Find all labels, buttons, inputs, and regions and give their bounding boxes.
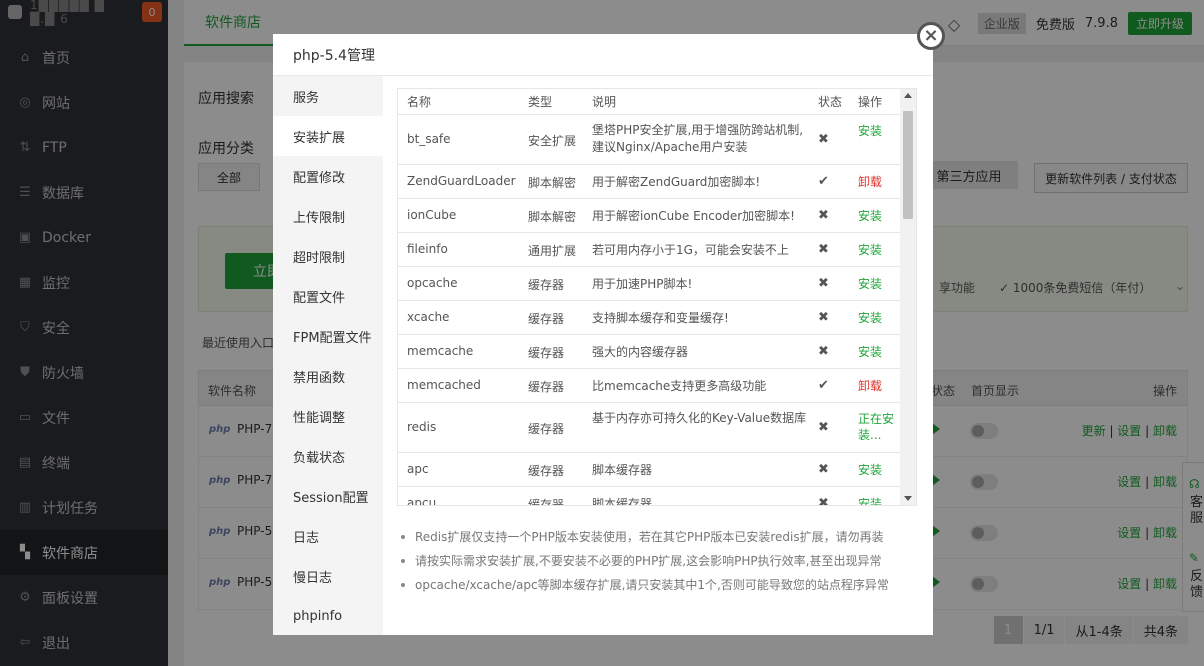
dialog-menu-item[interactable]: 安装扩展 <box>273 116 383 156</box>
extension-name: apc <box>407 462 429 476</box>
php-manage-dialog: php-5.4管理 服务 安装扩展 配置修改 上传限制 超时限制 配置文件 FPM配置文件禁… <box>273 34 933 635</box>
note-item: 请按实际需求安装扩展,不要安装不必要的PHP扩展,这会影响PHP执行效率,甚至出… <box>397 552 917 576</box>
extension-name: fileinfo <box>407 242 448 256</box>
extension-name: ZendGuardLoader <box>407 174 516 188</box>
extension-desc: 若可用内存小于1G，可能会安装不上 <box>592 243 789 257</box>
extension-type: 通用扩展 <box>528 244 577 258</box>
extension-name: apcu <box>407 496 437 506</box>
extension-desc: 支持脚本缓存和变量缓存! <box>592 311 729 325</box>
extension-action-link[interactable]: 安装 <box>858 310 898 326</box>
extension-type: 脚本解密 <box>528 210 577 224</box>
extension-name: ionCube <box>407 208 457 222</box>
scroll-thumb[interactable] <box>903 111 913 219</box>
extension-name: xcache <box>407 310 450 324</box>
extension-desc: 用于解密ZendGuard加密脚本! <box>592 175 761 189</box>
dialog-menu-item[interactable]: 日志 <box>273 516 383 556</box>
cross-icon: ✖ <box>818 242 829 257</box>
extension-type: 缓存器 <box>528 312 565 326</box>
dialog-menu-item[interactable]: 禁用函数 <box>273 356 383 396</box>
extension-desc: 比memcache支持更多高级功能 <box>592 379 767 393</box>
cross-icon: ✖ <box>818 132 829 147</box>
cross-icon: ✖ <box>818 208 829 223</box>
extension-row: opcache 缓存器 用于加速PHP脚本! ✖ 安装 <box>398 267 900 301</box>
extension-action-link[interactable]: 正在安装... <box>858 411 898 443</box>
cross-icon: ✖ <box>818 276 829 291</box>
extension-desc: 堡塔PHP安全扩展,用于增强防跨站机制,建议Nginx/Apache用户安装 <box>592 123 804 154</box>
col-ext-name: 名称 <box>407 95 432 109</box>
extension-row: memcache 缓存器 强大的内容缓存器 ✖ 安装 <box>398 335 900 369</box>
extension-desc: 脚本缓存器 <box>592 463 653 477</box>
dialog-title: php-5.4管理 <box>273 34 933 76</box>
extension-action-link[interactable]: 安装 <box>858 123 898 139</box>
scroll-down-icon[interactable] <box>904 496 912 501</box>
extension-row: redis 缓存器 基于内存亦可持久化的Key-Value数据库 ✖ 正在安装... <box>398 403 900 453</box>
dialog-menu-item[interactable]: phpinfo <box>273 596 383 636</box>
extension-type: 缓存器 <box>528 422 565 436</box>
cross-icon: ✖ <box>818 496 829 506</box>
extension-type: 缓存器 <box>528 346 565 360</box>
extension-desc: 强大的内容缓存器 <box>592 345 689 359</box>
extension-action-link[interactable]: 安装 <box>858 276 898 292</box>
cross-icon: ✖ <box>818 420 829 435</box>
install-notes: Redis扩展仅支持一个PHP版本安装使用，若在其它PHP版本已安装redis扩… <box>397 528 917 600</box>
extension-row: ionCube 脚本解密 用于解密ionCube Encoder加密脚本! ✖ 安装 <box>398 199 900 233</box>
dialog-menu-item[interactable]: 配置文件 <box>273 276 383 316</box>
cross-icon: ✖ <box>818 462 829 477</box>
extension-type: 缓存器 <box>528 498 565 506</box>
extension-type: 安全扩展 <box>528 134 577 148</box>
extension-row: apcu 缓存器 脚本缓存器 ✖ 安装 <box>398 487 900 506</box>
dialog-menu: 服务 安装扩展 配置修改 上传限制 超时限制 配置文件 FPM配置文件 禁用函数 性能调整 负载状… <box>273 76 383 635</box>
note-item: opcache/xcache/apc等脚本缓存扩展,请只安装其中1个,否则可能导… <box>397 576 917 600</box>
extension-name: opcache <box>407 276 458 290</box>
extension-desc: 基于内存亦可持久化的Key-Value数据库 <box>592 411 807 425</box>
extension-row: bt_safe 安全扩展 堡塔PHP安全扩展,用于增强防跨站机制,建议Nginx/A… <box>398 115 900 165</box>
dialog-menu-item[interactable]: 超时限制 <box>273 236 383 276</box>
extension-type: 缓存器 <box>528 380 565 394</box>
close-icon[interactable]: × <box>917 22 945 50</box>
dialog-menu-item[interactable]: 慢日志 <box>273 556 383 596</box>
extension-type: 缓存器 <box>528 464 565 478</box>
dialog-menu-item[interactable]: 负载状态 <box>273 436 383 476</box>
extension-name: memcache <box>407 344 474 358</box>
cross-icon: ✖ <box>818 310 829 325</box>
extension-row: memcached 缓存器 比memcache支持更多高级功能 ✔ 卸载 <box>398 369 900 403</box>
extension-action-link[interactable]: 安装 <box>858 496 898 505</box>
dialog-menu-item[interactable]: FPM配置文件 <box>273 316 383 356</box>
check-icon: ✔ <box>818 378 829 393</box>
extension-name: bt_safe <box>407 132 451 146</box>
extension-type: 脚本解密 <box>528 176 577 190</box>
note-item: Redis扩展仅支持一个PHP版本安装使用，若在其它PHP版本已安装redis扩… <box>397 528 917 552</box>
extension-row: ZendGuardLoader 脚本解密 用于解密ZendGuard加密脚本! ✔ 卸载 <box>398 165 900 199</box>
scroll-up-icon[interactable] <box>904 93 912 98</box>
extension-row: fileinfo 通用扩展 若可用内存小于1G，可能会安装不上 ✖ 安装 <box>398 233 900 267</box>
extension-type: 缓存器 <box>528 278 565 292</box>
extension-action-link[interactable]: 安装 <box>858 208 898 224</box>
dialog-menu-item[interactable]: Session配置 <box>273 476 383 516</box>
extension-name: redis <box>407 420 437 434</box>
col-ext-status: 状态 <box>818 95 843 109</box>
check-icon: ✔ <box>818 174 829 189</box>
extension-row: xcache 缓存器 支持脚本缓存和变量缓存! ✖ 安装 <box>398 301 900 335</box>
extension-name: memcached <box>407 378 481 392</box>
extension-action-link[interactable]: 卸载 <box>858 378 898 394</box>
extension-action-link[interactable]: 安装 <box>858 242 898 258</box>
cross-icon: ✖ <box>818 344 829 359</box>
extension-action-link[interactable]: 卸载 <box>858 174 898 190</box>
extensions-table: 名称 类型 说明 状态 操作 bt_safe 安全扩展 堡塔PHP安全扩展,用于增强… <box>397 88 901 506</box>
extension-action-link[interactable]: 安装 <box>858 344 898 360</box>
extensions-table-header: 名称 类型 说明 状态 操作 <box>398 89 900 115</box>
extension-desc: 用于加速PHP脚本! <box>592 277 693 291</box>
col-ext-op: 操作 <box>858 95 883 109</box>
extension-action-link[interactable]: 安装 <box>858 462 898 478</box>
dialog-menu-item[interactable]: 配置修改 <box>273 156 383 196</box>
col-ext-type: 类型 <box>528 95 553 109</box>
dialog-menu-item[interactable]: 性能调整 <box>273 396 383 436</box>
table-scrollbar[interactable] <box>900 88 917 506</box>
dialog-menu-item[interactable]: 上传限制 <box>273 196 383 236</box>
extension-desc: 用于解密ionCube Encoder加密脚本! <box>592 209 795 223</box>
extension-row: apc 缓存器 脚本缓存器 ✖ 安装 <box>398 453 900 487</box>
extension-desc: 脚本缓存器 <box>592 497 653 506</box>
col-ext-desc: 说明 <box>592 95 617 109</box>
dialog-menu-item[interactable]: 服务 <box>273 76 383 116</box>
